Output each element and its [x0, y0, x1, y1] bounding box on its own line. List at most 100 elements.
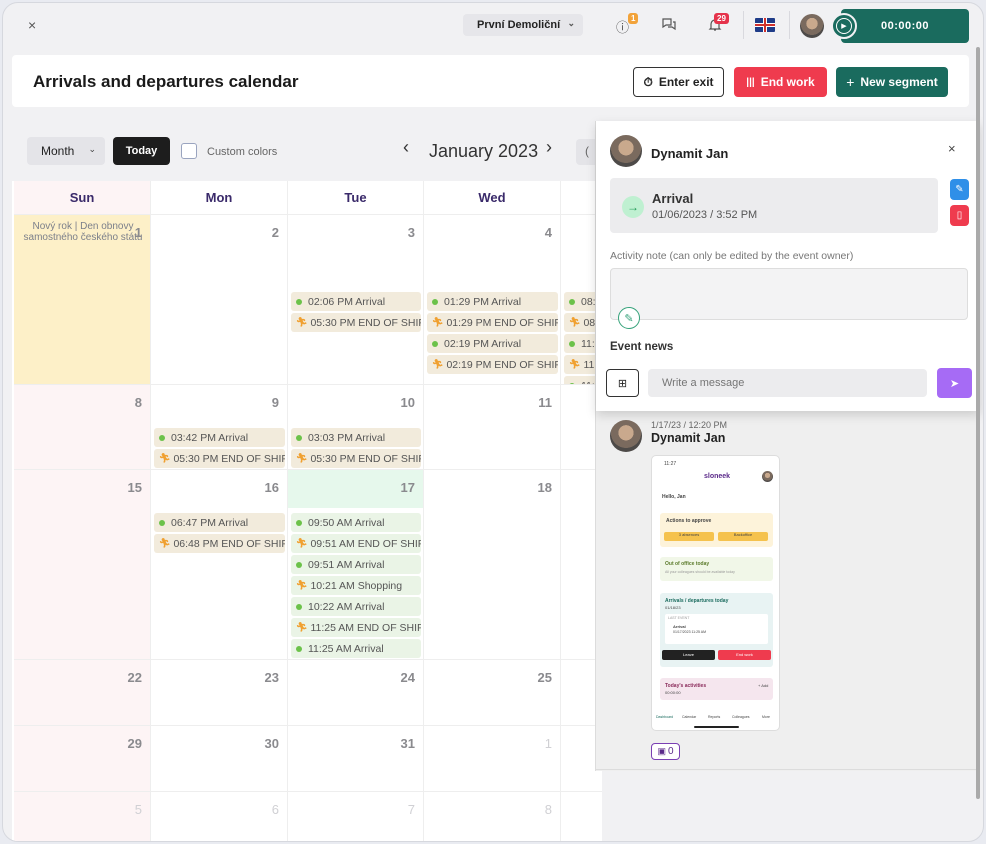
scrollbar[interactable]: [976, 47, 980, 799]
calendar-event[interactable]: 🏃︎ 06:48 PM END OF SHIFT: [154, 534, 285, 553]
calendar-event[interactable]: 02:06 PM Arrival: [291, 292, 421, 311]
new-segment-button[interactable]: + New segment: [836, 67, 948, 97]
calendar-day[interactable]: 2: [151, 215, 288, 385]
enter-exit-button[interactable]: ⏱ Enter exit: [633, 67, 724, 97]
event-label: 05:30 PM END OF SHIFT: [310, 452, 421, 465]
attached-screenshot[interactable]: 11:27 sloneek Hello, Jan Actions to appr…: [651, 455, 780, 731]
next-month-icon[interactable]: ›: [546, 137, 552, 158]
calendar-event[interactable]: 11:25 AM Arrival: [291, 639, 421, 658]
calendar-day[interactable]: 25: [424, 660, 561, 726]
calendar-day[interactable]: [561, 792, 602, 841]
calendar-day[interactable]: 11: [424, 385, 561, 470]
day-number: 6: [271, 802, 279, 817]
comment-count-button[interactable]: ▣ 0: [651, 743, 680, 760]
calendar-event[interactable]: 09:50 AM Arrival: [291, 513, 421, 532]
day-number: 25: [537, 670, 552, 685]
today-button[interactable]: Today: [113, 137, 170, 165]
calendar-event[interactable]: 🏃︎ 05:30 PM END OF SHIFT: [291, 449, 421, 468]
company-select[interactable]: První Demoliční ⌄: [463, 14, 583, 36]
event-label: 06:48 PM END OF SHIFT: [173, 537, 285, 550]
calendar-event[interactable]: 🏃︎ 05:30 PM END OF SHIFT: [291, 313, 421, 332]
calendar-event[interactable]: 🏃︎ 02:19 PM END OF SHIFT: [427, 355, 558, 374]
calendar-day[interactable]: 1: [424, 726, 561, 792]
user-name: Dynamit Jan: [651, 146, 729, 161]
event-label: 11:25 AM Arrival: [308, 642, 384, 655]
calendar-day[interactable]: 9 03:42 PM Arrival 🏃︎ 05:30 PM END OF SHIFT: [151, 385, 288, 470]
calendar-day[interactable]: 8: [14, 385, 151, 470]
calendar-day[interactable]: 22: [14, 660, 151, 726]
play-icon[interactable]: ▶: [831, 13, 857, 39]
day-number: 5: [134, 802, 142, 817]
calendar-event[interactable]: 03:03 PM Arrival: [291, 428, 421, 447]
calendar-day[interactable]: 7: [288, 792, 424, 841]
departure-icon: 🏃︎: [296, 453, 308, 463]
calendar-toolbar: Month ⌄ Today Custom colors ‹ January 20…: [12, 121, 602, 181]
calendar-day[interactable]: 5: [14, 792, 151, 841]
prev-month-icon[interactable]: ‹: [403, 137, 409, 158]
calendar-event[interactable]: 09:51 AM Arrival: [291, 555, 421, 574]
phone-add: + Add: [758, 683, 769, 688]
holiday-label: Nový rok | Den obnovy samostného českého…: [23, 221, 143, 243]
chat-icon[interactable]: [661, 17, 677, 34]
arrival-dot-icon: [432, 298, 438, 305]
phone-arrival: Arrival: [673, 624, 686, 629]
user-avatar[interactable]: [800, 14, 824, 38]
phone-nav-item: Reports: [708, 715, 721, 719]
calendar-event[interactable]: 02:19 PM Arrival: [427, 334, 558, 353]
phone-last-event: LAST EVENT Arrival 01/17/2023 11:25 AM: [665, 614, 768, 644]
calendar-event[interactable]: 🏃︎ 09:51 AM END OF SHIFT: [291, 534, 421, 553]
phone-nav-item: More: [762, 715, 770, 719]
calendar-event[interactable]: 🏃︎ 01:29 PM END OF SHIFT: [427, 313, 558, 332]
arrival-dot-icon: [159, 434, 165, 441]
day-number: 31: [400, 736, 415, 751]
phone-end-work: End work: [718, 650, 771, 660]
calendar-day[interactable]: 31: [288, 726, 424, 792]
view-select[interactable]: Month ⌄: [27, 137, 105, 165]
calendar-event[interactable]: 01:29 PM Arrival: [427, 292, 558, 311]
calendar-day[interactable]: 30: [151, 726, 288, 792]
trash-icon[interactable]: ▯: [950, 205, 969, 226]
company-name: První Demoliční: [477, 19, 561, 31]
calendar-day[interactable]: 24: [288, 660, 424, 726]
calendar-event[interactable]: 06:47 PM Arrival: [154, 513, 285, 532]
calendar-day[interactable]: 3 02:06 PM Arrival 🏃︎ 05:30 PM END OF SHIFT: [288, 215, 424, 385]
calendar-day[interactable]: Nový rok | Den obnovy samostného českého…: [14, 215, 151, 385]
calendar-day[interactable]: 6: [151, 792, 288, 841]
event-datetime: 01/06/2023 / 3:52 PM: [652, 209, 758, 221]
close-icon[interactable]: ×: [28, 17, 36, 33]
day-number: 2: [271, 225, 279, 240]
close-icon[interactable]: ×: [948, 141, 956, 156]
calendar-day[interactable]: 18: [424, 470, 561, 660]
calendar-day[interactable]: 10 03:03 PM Arrival 🏃︎ 05:30 PM END OF SHIF…: [288, 385, 424, 470]
departure-icon: 🏃︎: [159, 453, 171, 463]
attach-file-icon[interactable]: ⊞: [606, 369, 639, 397]
phone-nav-item: Dashboard: [656, 715, 674, 719]
edit-icon[interactable]: ✎: [950, 179, 969, 200]
calendar-day[interactable]: 23: [151, 660, 288, 726]
calendar-day[interactable]: 8: [424, 792, 561, 841]
calendar-event[interactable]: 🏃︎ 11:25 AM END OF SHIFT: [291, 618, 421, 637]
calendar-event[interactable]: 🏃︎ 10:21 AM Shopping: [291, 576, 421, 595]
pencil-icon[interactable]: ✎: [618, 307, 640, 329]
calendar-day[interactable]: 16 06:47 PM Arrival 🏃︎ 06:48 PM END OF SHIF…: [151, 470, 288, 660]
end-work-button[interactable]: ||| End work: [734, 67, 827, 97]
activity-note-field[interactable]: [610, 268, 968, 320]
event-popup: Dynamit Jan × → Arrival 01/06/2023 / 3:5…: [596, 121, 980, 411]
calendar-day[interactable]: 29: [14, 726, 151, 792]
enter-exit-label: Enter exit: [658, 75, 714, 89]
message-input[interactable]: [648, 369, 927, 397]
calendar-day[interactable]: 17 09:50 AM Arrival 🏃︎ 09:51 AM END OF SHIF…: [288, 470, 424, 660]
calendar-event[interactable]: 03:42 PM Arrival: [154, 428, 285, 447]
arrival-dot-icon: [296, 561, 302, 568]
work-timer[interactable]: 00:00:00: [841, 9, 969, 43]
send-icon[interactable]: ➤: [937, 368, 972, 398]
event-label: 06:47 PM Arrival: [171, 516, 249, 529]
calendar-day[interactable]: 4 01:29 PM Arrival 🏃︎ 01:29 PM END OF SHIFT…: [424, 215, 561, 385]
custom-colors-checkbox[interactable]: [181, 143, 197, 159]
calendar-event[interactable]: 10:22 AM Arrival: [291, 597, 421, 616]
phone-activities-time: 00:00:00: [665, 690, 681, 695]
calendar: Month ⌄ Today Custom colors ‹ January 20…: [12, 121, 602, 841]
language-flag-uk[interactable]: [755, 18, 775, 32]
calendar-event[interactable]: 🏃︎ 05:30 PM END OF SHIFT: [154, 449, 285, 468]
calendar-day[interactable]: 15: [14, 470, 151, 660]
